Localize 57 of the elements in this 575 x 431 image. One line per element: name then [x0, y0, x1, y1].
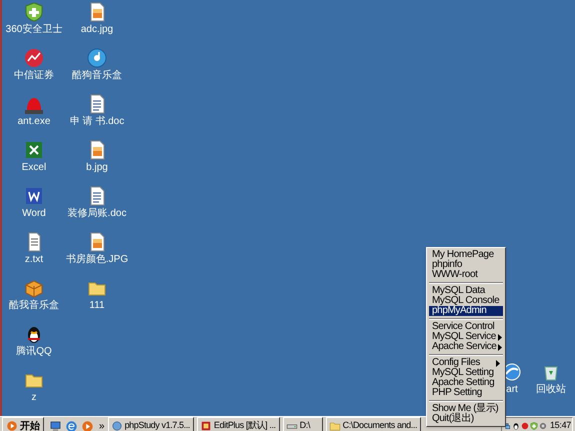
- menu-item[interactable]: Service Control: [429, 322, 503, 332]
- icon-label[interactable]: z: [32, 392, 36, 403]
- stock-icon: [24, 48, 44, 68]
- icon-label[interactable]: adc.jpg: [80, 24, 114, 35]
- quick-launch-button[interactable]: [65, 420, 78, 431]
- music-disc-icon: [87, 48, 107, 68]
- menu-item[interactable]: phpinfo: [429, 260, 503, 270]
- word-processor-icon: [24, 186, 44, 206]
- menu-item[interactable]: My HomePage: [429, 250, 503, 260]
- taskbar-button[interactable]: C:\Documents and...: [326, 417, 422, 431]
- alert-icon: [520, 422, 529, 430]
- icon-label[interactable]: art: [506, 384, 518, 395]
- icon-label[interactable]: Excel: [22, 162, 46, 173]
- tray-button[interactable]: [512, 422, 520, 430]
- menu-item[interactable]: MySQL Setting: [429, 368, 503, 378]
- quick-launch-button[interactable]: [49, 420, 62, 431]
- icon-label[interactable]: z.txt: [24, 254, 44, 265]
- settings-icon: [538, 422, 547, 430]
- computer-icon: [49, 420, 62, 431]
- icon-label[interactable]: 装修局账.doc: [68, 208, 126, 219]
- icon-label[interactable]: 中信证券: [14, 70, 54, 81]
- icon-label[interactable]: 腾讯QQ: [16, 346, 52, 357]
- icon-label[interactable]: ant.exe: [18, 116, 50, 127]
- start-button[interactable]: 开始: [2, 417, 44, 431]
- icon-label[interactable]: 书房颜色.JPG: [66, 254, 128, 265]
- icon-label[interactable]: b.jpg: [86, 162, 108, 173]
- menu-item[interactable]: Show Me (显示): [429, 404, 503, 414]
- icon-label[interactable]: Word: [22, 208, 46, 219]
- icon-label[interactable]: 酷狗音乐盒: [72, 70, 122, 81]
- network-icon: [502, 422, 511, 430]
- menu-item[interactable]: MySQL Service: [429, 332, 503, 342]
- taskbar-button[interactable]: phpStudy v1.7.5...: [108, 417, 194, 431]
- icon-label[interactable]: 酷我音乐盒: [9, 300, 59, 311]
- clock: 15:47: [550, 419, 571, 431]
- music-box-icon: [24, 278, 44, 298]
- menu-item[interactable]: WWW-root: [429, 270, 503, 280]
- menu-item[interactable]: PHP Setting: [429, 388, 503, 398]
- taskbar-button[interactable]: D:\: [282, 417, 323, 431]
- menu-item[interactable]: Config Files: [429, 358, 503, 368]
- editor-icon: [200, 420, 212, 431]
- menu-item[interactable]: MySQL Data: [429, 286, 503, 296]
- menu-item[interactable]: Apache Setting: [429, 378, 503, 388]
- chevron[interactable]: »: [99, 418, 105, 431]
- menu-item[interactable]: Apache Service: [429, 342, 503, 352]
- shield-icon: [24, 2, 44, 22]
- icon-label[interactable]: 回收站: [536, 384, 566, 395]
- menu-item[interactable]: MySQL Console: [429, 296, 503, 306]
- icon-label[interactable]: 申 请 书.doc: [70, 116, 124, 127]
- quick-launch-button[interactable]: [81, 420, 94, 431]
- taskbar-button[interactable]: EditPlus [默认] ...: [196, 417, 280, 431]
- icon-label[interactable]: 360安全卫士: [6, 24, 62, 35]
- menu-item[interactable]: Quit(退出): [429, 414, 503, 424]
- menu-item[interactable]: phpMyAdmin: [429, 306, 503, 316]
- icon-label[interactable]: 111: [89, 300, 105, 311]
- tray-button[interactable]: [502, 422, 511, 430]
- spreadsheet-icon: [24, 140, 44, 160]
- folder-icon: [328, 420, 341, 431]
